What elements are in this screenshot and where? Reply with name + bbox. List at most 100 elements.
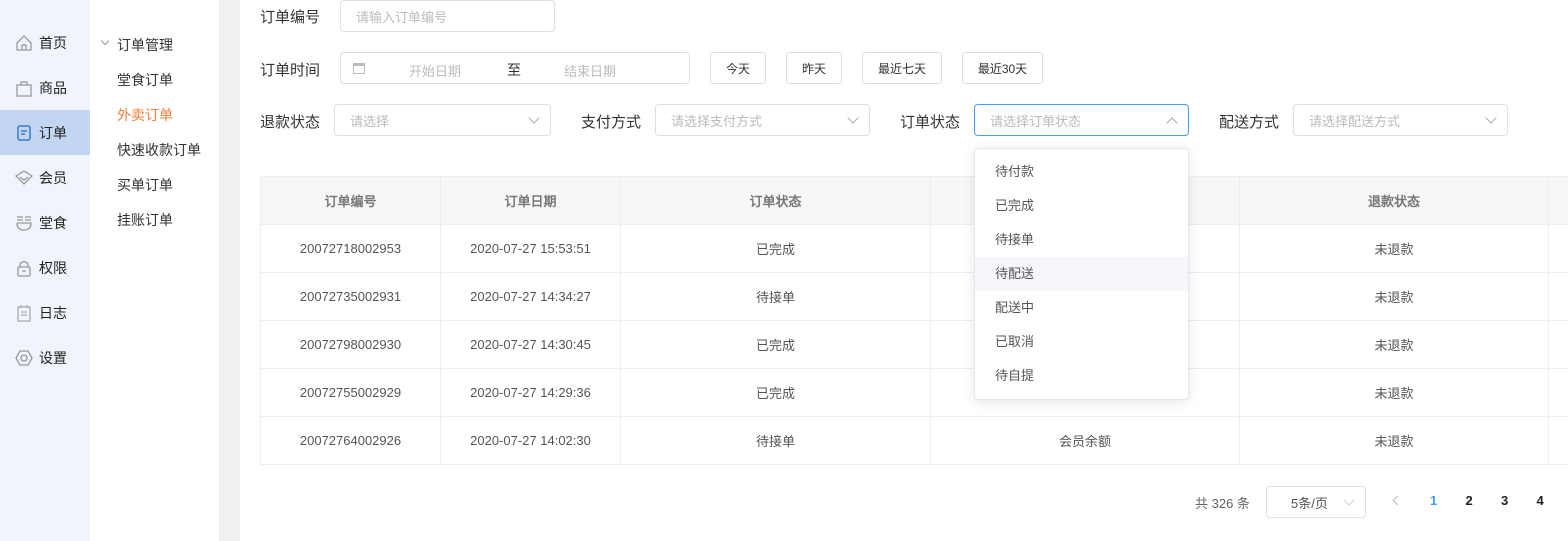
nav-label: 设置 (39, 349, 67, 366)
dropdown-option[interactable]: 已取消 (975, 325, 1188, 359)
nav-item-4[interactable]: 堂食 (0, 200, 90, 245)
nav-item-3[interactable]: 会员 (0, 155, 90, 200)
table-cell: 未退款 (1239, 416, 1549, 465)
submenu-item[interactable]: 快速收款订单 (117, 140, 201, 160)
table-cell: 2020-07-27 14:34:27 (440, 272, 621, 321)
bowl-icon (16, 215, 32, 231)
chevron-down-icon (528, 112, 540, 124)
submenu-item[interactable]: 堂食订单 (117, 70, 173, 90)
table-row[interactable]: 20072798002930 2020-07-27 14:30:45 已完成 未退款 (260, 320, 1568, 369)
column-header: 订单状态 (620, 176, 931, 225)
main-nav: 首页商品订单会员堂食权限日志设置 (0, 0, 90, 541)
table-cell (1548, 368, 1568, 417)
order-no-label: 订单编号 (260, 9, 321, 26)
column-header: 退款状态 (1239, 176, 1549, 225)
today-button[interactable]: 今天 (710, 52, 766, 84)
last-30-days-button[interactable]: 最近30天 (962, 52, 1043, 84)
table-cell: 已完成 (620, 368, 931, 417)
refund-select[interactable]: 请选择 (334, 104, 551, 136)
table-cell: 20072735002931 (260, 272, 441, 321)
pay-select[interactable]: 请选择支付方式 (655, 104, 870, 136)
dropdown-option[interactable]: 待接单 (975, 223, 1188, 257)
calendar-icon (353, 63, 365, 74)
status-placeholder: 请选择订单状态 (990, 113, 1082, 129)
nav-label: 订单 (39, 124, 67, 141)
table-cell: 20072764002926 (260, 416, 441, 465)
table-cell: 待接单 (620, 272, 931, 321)
table-cell: 2020-07-27 14:30:45 (440, 320, 621, 369)
page-button[interactable]: 2 (1466, 493, 1473, 508)
lock-icon (17, 260, 31, 277)
table-cell: 已完成 (620, 224, 931, 273)
nav-label: 日志 (39, 304, 67, 321)
table-cell (1548, 224, 1568, 273)
nav-label: 首页 (39, 34, 67, 51)
table-cell: 会员余额 (930, 416, 1240, 465)
page-size-value: 5条/页 (1291, 495, 1328, 511)
nav-item-5[interactable]: 权限 (0, 245, 90, 290)
submenu-item[interactable]: 买单订单 (117, 175, 173, 195)
log-icon (17, 304, 31, 322)
submenu-item[interactable]: 挂账订单 (117, 210, 173, 230)
end-date[interactable]: 结束日期 (564, 61, 616, 80)
yesterday-button[interactable]: 昨天 (786, 52, 842, 84)
chevron-down-icon (1485, 112, 1497, 124)
table-cell: 未退款 (1239, 368, 1549, 417)
delivery-label: 配送方式 (1219, 114, 1280, 131)
bag-icon (16, 80, 32, 97)
nav-item-6[interactable]: 日志 (0, 290, 90, 335)
status-label: 订单状态 (900, 114, 961, 131)
prev-page-icon[interactable] (1392, 495, 1403, 506)
nav-item-1[interactable]: 商品 (0, 65, 90, 110)
dropdown-option[interactable]: 待自提 (975, 359, 1188, 393)
order-status-dropdown: 待付款 已完成 待接单 待配送 配送中 已取消 待自提 (974, 148, 1189, 400)
chevron-down-icon (1343, 494, 1355, 506)
dropdown-option[interactable]: 配送中 (975, 291, 1188, 325)
table-cell (1548, 272, 1568, 321)
column-header: 订单日期 (440, 176, 621, 225)
table-cell: 2020-07-27 15:53:51 (440, 224, 621, 273)
chevron-down-icon (100, 36, 110, 46)
last-7-days-button[interactable]: 最近七天 (862, 52, 942, 84)
column-header (1548, 176, 1568, 225)
table-row[interactable]: 20072735002931 2020-07-27 14:34:27 待接单 未退款 (260, 272, 1568, 321)
column-header: 订单编号 (260, 176, 441, 225)
table-cell: 已完成 (620, 320, 931, 369)
page-button[interactable]: 1 (1430, 493, 1437, 508)
dropdown-option[interactable]: 已完成 (975, 189, 1188, 223)
nav-label: 堂食 (39, 214, 67, 231)
refund-placeholder: 请选择 (350, 113, 390, 129)
page-button[interactable]: 3 (1501, 493, 1508, 508)
dropdown-option[interactable]: 待配送 (975, 257, 1188, 291)
nav-label: 会员 (39, 169, 67, 186)
table-cell: 20072798002930 (260, 320, 441, 369)
settings-icon (15, 349, 33, 366)
total-count: 共 326 条 (1195, 496, 1250, 511)
submenu-item[interactable]: 外卖订单 (117, 105, 173, 125)
table-cell: 20072718002953 (260, 224, 441, 273)
table-row[interactable]: 20072764002926 2020-07-27 14:02:30 待接单 会员余额… (260, 416, 1568, 465)
nav-item-2[interactable]: 订单 (0, 110, 90, 155)
delivery-select[interactable]: 请选择配送方式 (1293, 104, 1508, 136)
order-no-input[interactable]: 请输入订单编号 (340, 0, 555, 32)
table-row[interactable]: 20072755002929 2020-07-27 14:29:36 已完成 未退款 (260, 368, 1568, 417)
pay-label: 支付方式 (581, 114, 642, 131)
submenu: 订单管理 堂食订单外卖订单快速收款订单 买单订单挂账订单 (90, 0, 219, 541)
pay-placeholder: 请选择支付方式 (671, 113, 763, 129)
nav-label: 商品 (39, 79, 67, 96)
page-button[interactable]: 4 (1537, 493, 1544, 508)
dropdown-option[interactable]: 待付款 (975, 155, 1188, 189)
date-range-picker[interactable]: 开始日期 至 结束日期 (340, 52, 690, 84)
range-separator: 至 (507, 62, 521, 78)
nav-label: 权限 (39, 259, 67, 276)
page-size-select[interactable]: 5条/页 (1266, 486, 1366, 518)
status-select[interactable]: 请选择订单状态 (974, 104, 1189, 136)
start-date[interactable]: 开始日期 (409, 61, 461, 80)
orders-table: 订单编号 订单日期 订单状态 退款状态 20072718002953 2020-07-2… (260, 176, 1568, 465)
table-row[interactable]: 20072718002953 2020-07-27 15:53:51 已完成 未退款 (260, 224, 1568, 273)
nav-item-7[interactable]: 设置 (0, 335, 90, 380)
home-icon (16, 34, 32, 51)
order-time-label: 订单时间 (260, 62, 321, 79)
nav-item-0[interactable]: 首页 (0, 20, 90, 65)
submenu-group[interactable]: 订单管理 (117, 35, 173, 55)
